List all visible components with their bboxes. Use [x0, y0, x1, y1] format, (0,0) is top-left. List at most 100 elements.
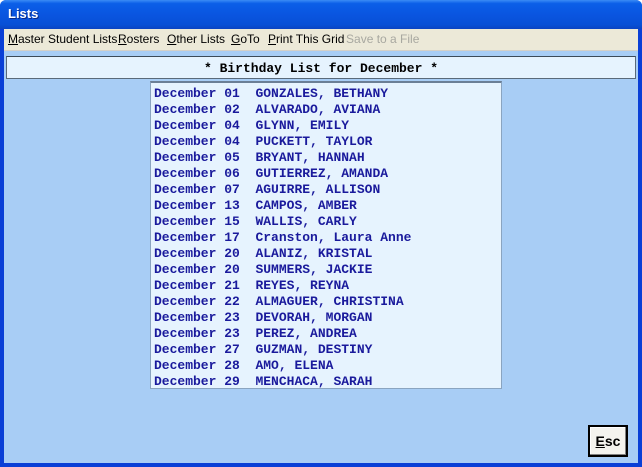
student-name: BRYANT, HANNAH	[255, 150, 365, 165]
column-gap	[240, 230, 256, 245]
birthday-date: December 28	[154, 358, 240, 373]
list-item[interactable]: December 04 PUCKETT, TAYLOR	[154, 134, 372, 150]
column-gap	[240, 342, 256, 357]
student-name: DEVORAH, MORGAN	[255, 310, 373, 325]
column-gap	[240, 294, 256, 309]
student-name: ALMAGUER, CHRISTINA	[255, 294, 404, 309]
menu-rosters[interactable]: Rosters	[118, 32, 159, 46]
column-gap	[240, 86, 256, 101]
menu-other-lists[interactable]: Other Lists	[167, 32, 225, 46]
column-gap	[240, 310, 256, 325]
list-header: * Birthday List for December *	[6, 56, 636, 79]
column-gap	[240, 118, 256, 133]
list-item[interactable]: December 13 CAMPOS, AMBER	[154, 198, 357, 214]
birthday-date: December 20	[154, 262, 240, 277]
menu-print-this-grid-rest: rint This Grid	[276, 32, 345, 46]
menu-rosters-mnemonic: R	[118, 32, 127, 46]
menu-bar: Master Student Lists Rosters Other Lists…	[4, 29, 638, 51]
esc-button[interactable]: Esc	[588, 425, 628, 457]
birthday-date: December 04	[154, 134, 240, 149]
list-item[interactable]: December 27 GUZMAN, DESTINY	[154, 342, 372, 358]
column-gap	[240, 150, 256, 165]
menu-other-lists-mnemonic: O	[167, 32, 177, 46]
list-item[interactable]: December 23 DEVORAH, MORGAN	[154, 310, 372, 326]
birthday-date: December 06	[154, 166, 240, 181]
birthday-date: December 29	[154, 374, 240, 389]
student-name: GONZALES, BETHANY	[255, 86, 389, 101]
list-item[interactable]: December 20 ALANIZ, KRISTAL	[154, 246, 372, 262]
list-item[interactable]: December 07 AGUIRRE, ALLISON	[154, 182, 380, 198]
birthday-date: December 21	[154, 278, 240, 293]
student-name: PUCKETT, TAYLOR	[255, 134, 373, 149]
esc-button-rest: sc	[604, 433, 621, 449]
birthday-date: December 15	[154, 214, 240, 229]
student-name: GUZMAN, DESTINY	[255, 342, 373, 357]
list-item[interactable]: December 01 GONZALES, BETHANY	[154, 86, 388, 102]
menu-save-to-a-file-mnemonic: S	[346, 32, 355, 46]
column-gap	[240, 246, 256, 261]
list-item[interactable]: December 06 GUTIERREZ, AMANDA	[154, 166, 388, 182]
list-item[interactable]: December 21 REYES, REYNA	[154, 278, 349, 294]
column-gap	[240, 134, 256, 149]
list-item[interactable]: December 22 ALMAGUER, CHRISTINA	[154, 294, 404, 310]
student-name: WALLIS, CARLY	[255, 214, 357, 229]
menu-master-student-lists-rest: aster Student Lists	[18, 32, 118, 46]
menu-save-to-a-file-rest: ave to a File	[354, 32, 420, 46]
list-item[interactable]: December 17 Cranston, Laura Anne	[154, 230, 411, 246]
menu-goto[interactable]: GoTo	[231, 32, 260, 46]
menu-goto-mnemonic: G	[231, 32, 241, 46]
student-name: ALVARADO, AVIANA	[255, 102, 381, 117]
list-item[interactable]: December 05 BRYANT, HANNAH	[154, 150, 365, 166]
column-gap	[240, 102, 256, 117]
student-name: AGUIRRE, ALLISON	[255, 182, 381, 197]
list-item[interactable]: December 20 SUMMERS, JACKIE	[154, 262, 372, 278]
column-gap	[240, 278, 256, 293]
list-item[interactable]: December 23 PEREZ, ANDREA	[154, 326, 357, 342]
birthday-date: December 23	[154, 310, 240, 325]
birthday-date: December 27	[154, 342, 240, 357]
student-name: MENCHACA, SARAH	[255, 374, 373, 389]
column-gap	[240, 326, 256, 341]
window-title: Lists	[8, 6, 39, 21]
list-item[interactable]: December 04 GLYNN, EMILY	[154, 118, 349, 134]
menu-goto-rest: oTo	[240, 32, 260, 46]
student-name: AMO, ELENA	[255, 358, 334, 373]
student-name: REYES, REYNA	[255, 278, 350, 293]
menu-rosters-rest: osters	[126, 32, 160, 46]
esc-button-mnemonic: E	[595, 433, 605, 449]
title-bar[interactable]: Lists	[0, 0, 642, 29]
student-name: Cranston, Laura Anne	[255, 230, 412, 245]
birthday-date: December 22	[154, 294, 240, 309]
menu-master-student-lists-mnemonic: M	[8, 32, 18, 46]
birthday-date: December 23	[154, 326, 240, 341]
column-gap	[240, 358, 256, 373]
column-gap	[240, 182, 256, 197]
column-gap	[240, 198, 256, 213]
column-gap	[240, 374, 256, 388]
birthday-list[interactable]: December 01 GONZALES, BETHANY December 02…	[150, 81, 502, 389]
menu-master-student-lists[interactable]: Master Student Lists	[8, 32, 117, 46]
birthday-date: December 02	[154, 102, 240, 117]
birthday-date: December 07	[154, 182, 240, 197]
column-gap	[240, 262, 256, 277]
student-name: GUTIERREZ, AMANDA	[255, 166, 389, 181]
menu-other-lists-rest: ther Lists	[176, 32, 226, 46]
birthday-date: December 05	[154, 150, 240, 165]
list-header-title: * Birthday List for December *	[203, 61, 439, 76]
list-item[interactable]: December 29 MENCHACA, SARAH	[154, 374, 373, 389]
column-gap	[240, 214, 256, 229]
birthday-date: December 01	[154, 86, 240, 101]
list-item[interactable]: December 15 WALLIS, CARLY	[154, 214, 357, 230]
menu-print-this-grid[interactable]: Print This Grid	[268, 32, 344, 46]
list-item[interactable]: December 28 AMO, ELENA	[154, 358, 333, 374]
birthday-date: December 17	[154, 230, 240, 245]
birthday-date: December 04	[154, 118, 240, 133]
student-name: SUMMERS, JACKIE	[255, 262, 373, 277]
student-name: PEREZ, ANDREA	[255, 326, 357, 341]
birthday-date: December 13	[154, 198, 240, 213]
student-name: GLYNN, EMILY	[255, 118, 350, 133]
list-item[interactable]: December 02 ALVARADO, AVIANA	[154, 102, 380, 118]
student-name: ALANIZ, KRISTAL	[255, 246, 373, 261]
column-gap	[240, 166, 256, 181]
menu-print-this-grid-mnemonic: P	[268, 32, 277, 46]
